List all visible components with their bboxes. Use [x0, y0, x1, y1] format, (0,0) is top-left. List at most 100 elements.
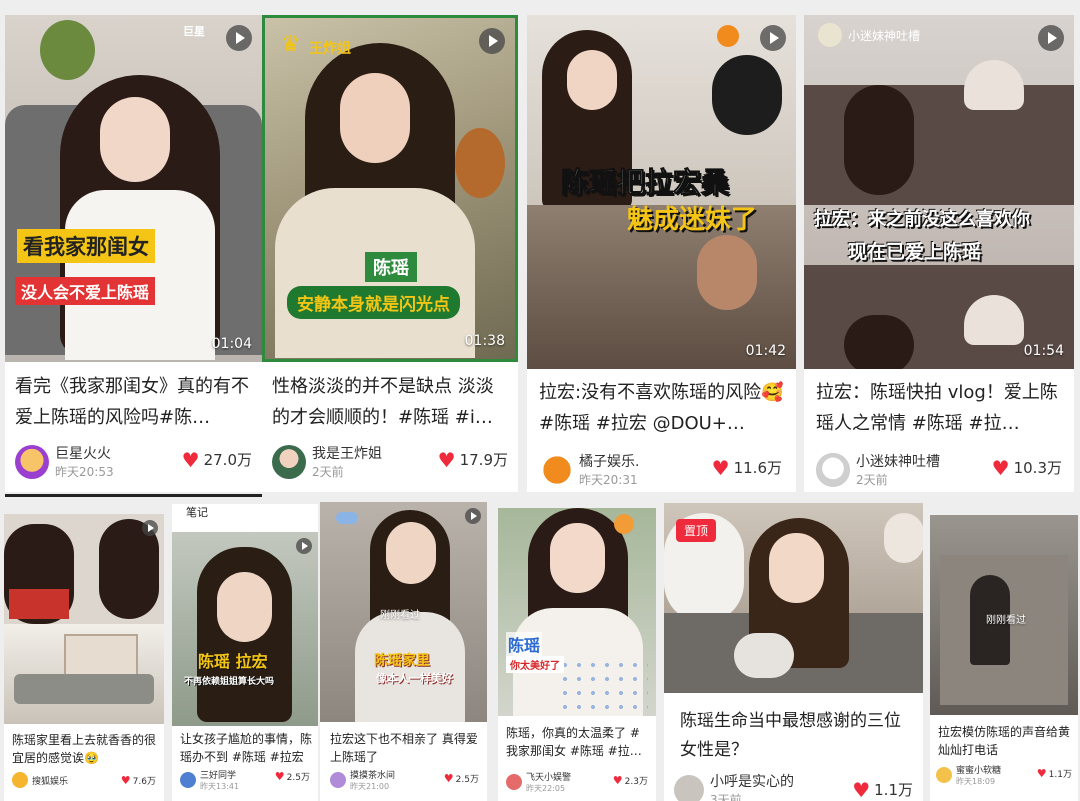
author-name[interactable]: 三好同学 — [200, 768, 239, 781]
avatar[interactable] — [816, 452, 850, 487]
caption-white: 像本人一样美好 — [376, 672, 453, 685]
heart-icon[interactable]: ♥ — [992, 458, 1010, 478]
person-hair — [844, 85, 914, 195]
post-time: 昨天21:00 — [350, 782, 390, 791]
author-info[interactable]: 摸摸茶水间 昨天21:00 — [330, 768, 395, 792]
video-card-6[interactable]: 笔记 陈瑶 拉宏 不再依赖姐姐算长大吗 让女孩子尴尬的事情，陈瑶办不到 #陈瑶 … — [172, 504, 318, 801]
video-title[interactable]: 陈瑶生命当中最想感谢的三位女性是？ — [680, 707, 914, 769]
video-title[interactable]: 看完《我家那闺女》真的有不爱上陈瑶的风险吗#陈… — [15, 371, 252, 433]
heart-icon[interactable]: ♥ — [444, 773, 454, 784]
author-name[interactable]: 小迷妹神吐槽 — [856, 451, 940, 471]
heart-icon[interactable]: ♥ — [613, 775, 623, 786]
caption-big-2: 魅成迷妹了 — [627, 205, 758, 235]
video-title[interactable]: 性格淡淡的并不是缺点 淡淡的才会顺顺的！#陈瑶 #i… — [272, 371, 510, 433]
post-time: 2天前 — [312, 465, 344, 479]
avatar[interactable] — [15, 444, 49, 479]
author-name[interactable]: 小呼是实心的 — [710, 771, 794, 791]
author-name[interactable]: 摸摸茶水间 — [350, 768, 395, 781]
heart-icon[interactable]: ♥ — [182, 450, 200, 470]
like-count[interactable]: ♥ 1.1万 — [1037, 767, 1072, 780]
author-info[interactable]: 小呼是实心的 3天前 — [674, 771, 794, 801]
heart-icon[interactable]: ♥ — [852, 780, 870, 800]
heart-icon[interactable]: ♥ — [275, 771, 285, 782]
play-icon — [1038, 25, 1064, 51]
video-card-8[interactable]: 陈瑶 你太美好了 陈瑶，你真的太温柔了 #我家那闺女 #陈瑶 #拉… 飞天小娱警… — [498, 508, 656, 801]
avatar[interactable] — [272, 444, 306, 479]
duration-label: 01:54 — [1023, 343, 1064, 359]
author-info[interactable]: 我是王炸姐 2天前 — [272, 443, 382, 480]
avatar[interactable] — [506, 774, 522, 790]
author-name[interactable]: 橘子娱乐. — [579, 451, 639, 471]
tiger-sticker — [614, 514, 634, 534]
video-thumbnail[interactable]: 刚刚看过 陈瑶家里 像本人一样美好 — [320, 502, 487, 722]
video-card-10[interactable]: 刚刚看过 拉宏模仿陈瑶的声音给黄灿灿打电话 蜜蜜小软糖 昨天18:09 ♥ 1.1… — [930, 515, 1078, 801]
video-thumbnail[interactable] — [4, 514, 164, 724]
author-name[interactable]: 飞天小娱警 — [526, 770, 571, 783]
video-thumbnail[interactable]: 刚刚看过 — [930, 515, 1078, 715]
author-name[interactable]: 巨星火火 — [55, 443, 114, 463]
like-count[interactable]: ♥ 27.0万 — [182, 449, 252, 470]
video-card-2[interactable]: ♛ 王炸姐 陈瑶 安静本身就是闪光点 01:38 性格淡淡的并不是缺点 淡淡的才… — [262, 15, 518, 492]
heart-icon[interactable]: ♥ — [121, 775, 131, 786]
video-title[interactable]: 拉宏：陈瑶快拍 vlog！爱上陈瑶人之常情 #陈瑶 #拉… — [816, 377, 1066, 439]
video-title[interactable]: 拉宏模仿陈瑶的声音给黄灿灿打电话 — [938, 723, 1074, 759]
post-time: 昨天20:53 — [55, 465, 114, 479]
author-info[interactable]: 飞天小娱警 昨天22:05 — [506, 770, 571, 794]
avatar[interactable] — [12, 772, 28, 788]
heart-icon[interactable]: ♥ — [712, 458, 730, 478]
avatar[interactable] — [330, 772, 346, 788]
video-thumbnail[interactable]: ♛ 王炸姐 陈瑶 安静本身就是闪光点 01:38 — [262, 15, 518, 362]
video-card-5[interactable]: 陈瑶家里看上去就香香的很宜居的感觉诶🥹 搜狐娱乐 ♥ 7.6万 — [4, 514, 164, 801]
avatar[interactable] — [936, 767, 952, 783]
author-info[interactable]: 搜狐娱乐 — [12, 772, 68, 788]
author-info[interactable]: 橘子娱乐. 昨天20:31 — [541, 451, 639, 488]
like-count[interactable]: ♥ 11.6万 — [712, 457, 782, 478]
like-count[interactable]: ♥ 2.5万 — [444, 772, 479, 785]
caption-name: 陈瑶 — [365, 252, 417, 282]
play-icon — [226, 25, 252, 51]
video-card-9[interactable]: 置顶 陈瑶生命当中最想感谢的三位女性是？ 小呼是实心的 3天前 ♥ 1.1万 — [664, 503, 923, 801]
avatar[interactable] — [180, 772, 196, 788]
video-title[interactable]: 让女孩子尴尬的事情，陈瑶办不到 #陈瑶 #拉宏 … — [180, 730, 314, 766]
video-thumbnail[interactable]: 陈瑶 拉宏 不再依赖姐姐算长大吗 — [172, 532, 318, 726]
person-face — [550, 523, 605, 593]
like-count[interactable]: ♥ 10.3万 — [992, 457, 1062, 478]
video-title[interactable]: 陈瑶家里看上去就香香的很宜居的感觉诶🥹 — [12, 731, 160, 767]
like-count[interactable]: ♥ 17.9万 — [438, 449, 508, 470]
play-icon — [479, 28, 505, 54]
video-card-4[interactable]: 小迷妹神吐槽 拉宏：来之前没这么喜欢你 现在已爱上陈瑶 01:54 拉宏：陈瑶快… — [804, 15, 1074, 492]
video-card-7[interactable]: 刚刚看过 陈瑶家里 像本人一样美好 拉宏这下也不相亲了 真得爱上陈瑶了 摸摸茶水… — [320, 502, 487, 801]
video-title[interactable]: 陈瑶，你真的太温柔了 #我家那闺女 #陈瑶 #拉… — [506, 724, 650, 760]
video-title[interactable]: 拉宏:没有不喜欢陈瑶的风险🥰 #陈瑶 #拉宏 @DOU+… — [539, 377, 789, 439]
author-name[interactable]: 我是王炸姐 — [312, 443, 382, 463]
video-thumbnail[interactable]: 小迷妹神吐槽 拉宏：来之前没这么喜欢你 现在已爱上陈瑶 01:54 — [804, 15, 1074, 369]
cloud-icon — [336, 512, 358, 524]
author-info[interactable]: 三好同学 昨天13:41 — [180, 768, 239, 792]
avatar[interactable] — [674, 774, 704, 801]
author-name[interactable]: 蜜蜜小软糖 — [956, 763, 1001, 776]
video-card-1[interactable]: 巨星 看我家那闺女 没人会不爱上陈瑶 01:04 看完《我家那闺女》真的有不爱上… — [5, 15, 262, 492]
cat-shape — [734, 633, 794, 678]
video-thumbnail[interactable]: 陈瑶 你太美好了 — [498, 508, 656, 716]
like-count[interactable]: ♥ 2.5万 — [275, 770, 310, 783]
author-name[interactable]: 搜狐娱乐 — [32, 774, 68, 787]
video-title[interactable]: 拉宏这下也不相亲了 真得爱上陈瑶了 — [330, 730, 480, 766]
author-info[interactable]: 小迷妹神吐槽 2天前 — [816, 451, 940, 488]
caption-yellow: 陈瑶 拉宏 — [198, 652, 268, 671]
heart-icon[interactable]: ♥ — [1037, 768, 1047, 779]
like-count[interactable]: ♥ 2.3万 — [613, 774, 648, 787]
badge-name: 小迷妹神吐槽 — [848, 29, 921, 43]
video-card-3[interactable]: 陈瑶把拉宏桑 魅成迷妹了 01:42 拉宏:没有不喜欢陈瑶的风险🥰 #陈瑶 #拉… — [527, 15, 796, 492]
avatar[interactable] — [541, 453, 573, 486]
author-info[interactable]: 巨星火火 昨天20:53 — [15, 443, 114, 480]
heart-icon[interactable]: ♥ — [438, 450, 456, 470]
video-thumbnail[interactable]: 陈瑶把拉宏桑 魅成迷妹了 01:42 — [527, 15, 796, 369]
video-thumbnail[interactable]: 置顶 — [664, 503, 923, 693]
video-thumbnail[interactable]: 巨星 看我家那闺女 没人会不爱上陈瑶 01:04 — [5, 15, 262, 362]
post-time: 昨天13:41 — [200, 782, 240, 791]
like-count[interactable]: ♥ 7.6万 — [121, 774, 156, 787]
person-face — [100, 97, 170, 182]
author-info[interactable]: 蜜蜜小软糖 昨天18:09 — [936, 763, 1001, 787]
like-count[interactable]: ♥ 1.1万 — [852, 779, 913, 800]
person-2-hat — [884, 513, 923, 563]
